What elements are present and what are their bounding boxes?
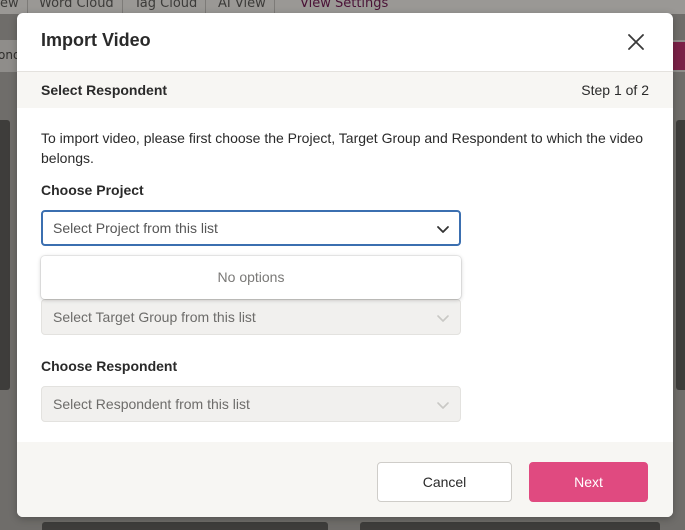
project-dropdown-menu: No options	[41, 256, 461, 299]
next-button[interactable]: Next	[529, 462, 648, 502]
background-action-button	[672, 42, 685, 70]
target-group-select: Select Target Group from this list	[41, 299, 461, 335]
chevron-down-icon	[437, 402, 449, 409]
background-video-thumbnail	[42, 522, 328, 530]
step-count: Step 1 of 2	[581, 82, 649, 98]
intro-text: To import video, please first choose the…	[41, 130, 644, 166]
target-group-select-placeholder: Select Target Group from this list	[53, 309, 256, 325]
close-icon	[628, 34, 644, 50]
respondent-select-placeholder: Select Respondent from this list	[53, 396, 250, 412]
step-title: Select Respondent	[41, 82, 168, 98]
background-video-thumbnail	[676, 120, 685, 390]
step-bar: Select Respondent Step 1 of 2	[17, 72, 673, 108]
background-video-thumbnail	[360, 522, 660, 530]
import-video-modal: Import Video Select Respondent Step 1 of…	[17, 13, 673, 517]
background-tab: Word Cloud	[31, 0, 123, 14]
background-tab-bar: ew Word Cloud Tag Cloud AI View View Set…	[0, 0, 685, 14]
modal-title: Import Video	[41, 30, 151, 50]
respondent-select: Select Respondent from this list	[41, 386, 461, 422]
close-button[interactable]	[624, 30, 648, 54]
background-tab: AI View	[210, 0, 275, 14]
modal-header: Import Video	[17, 13, 673, 72]
background-tab-active: View Settings	[300, 0, 389, 11]
modal-footer: Cancel Next	[17, 442, 673, 517]
background-tab: Tag Cloud	[126, 0, 207, 14]
project-select-placeholder: Select Project from this list	[53, 220, 218, 236]
chevron-down-icon	[437, 226, 449, 233]
background-tab: ew	[0, 0, 28, 14]
choose-respondent-label: Choose Respondent	[41, 358, 178, 374]
no-options-message: No options	[217, 269, 285, 285]
choose-project-label: Choose Project	[41, 182, 144, 198]
project-select[interactable]: Select Project from this list	[41, 210, 461, 246]
background-video-thumbnail	[0, 120, 10, 390]
chevron-down-icon	[437, 315, 449, 322]
cancel-button[interactable]: Cancel	[377, 462, 512, 502]
